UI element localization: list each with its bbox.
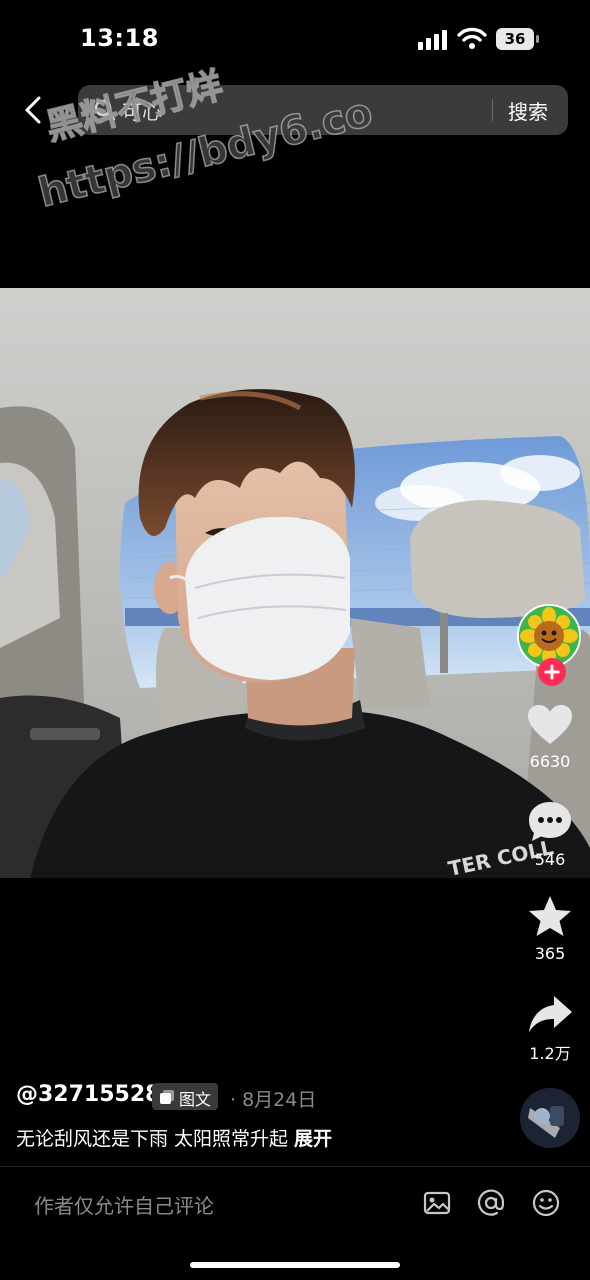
heart-icon — [528, 705, 572, 744]
search-divider — [492, 99, 493, 121]
image-icon[interactable] — [422, 1188, 452, 1218]
signal-icon — [418, 30, 447, 50]
expand-button[interactable]: 展开 — [294, 1128, 332, 1150]
music-disc[interactable] — [520, 1088, 580, 1148]
comment-count: 546 — [534, 850, 566, 869]
battery-icon: 36 — [496, 28, 540, 50]
post-photo[interactable]: TER COLL — [0, 288, 590, 878]
share-icon — [529, 996, 572, 1032]
author-avatar[interactable] — [517, 604, 581, 686]
status-bar: 13:18 36 — [0, 0, 590, 80]
comment-icon — [529, 802, 571, 841]
post-type-badge: 图文 — [152, 1083, 218, 1110]
comment-button[interactable]: 546 — [514, 800, 586, 869]
search-button[interactable]: 搜索 — [508, 96, 548, 125]
emoji-icon[interactable] — [531, 1188, 561, 1218]
wifi-icon — [457, 27, 487, 49]
favorite-button[interactable]: 365 — [514, 894, 586, 963]
sunflower-avatar-icon — [519, 606, 579, 666]
favorite-count: 365 — [534, 944, 566, 963]
share-button[interactable]: 1.2万 — [514, 994, 586, 1064]
battery-level: 36 — [504, 30, 526, 48]
comment-input[interactable]: 作者仅允许自己评论 — [34, 1190, 214, 1219]
gallery-badge-icon — [160, 1090, 174, 1104]
share-count: 1.2万 — [529, 1044, 571, 1063]
post-date: · 8月24日 — [230, 1089, 317, 1111]
star-icon — [529, 896, 571, 936]
author-handle[interactable]: @32715528 — [16, 1082, 160, 1107]
status-time: 13:18 — [80, 24, 159, 52]
at-icon[interactable] — [476, 1188, 506, 1218]
plus-icon — [544, 664, 560, 680]
like-count: 6630 — [529, 752, 571, 771]
post-caption: 无论刮风还是下雨 太阳照常升起 展开 — [16, 1124, 332, 1151]
follow-button[interactable] — [538, 658, 566, 686]
post-type-label: 图文 — [179, 1090, 212, 1109]
music-disc-cover-icon — [520, 1088, 580, 1148]
like-button[interactable]: 6630 — [514, 704, 586, 771]
caption-text: 无论刮风还是下雨 太阳照常升起 — [16, 1128, 289, 1150]
home-indicator — [190, 1262, 400, 1268]
comment-bar-divider — [0, 1166, 590, 1167]
